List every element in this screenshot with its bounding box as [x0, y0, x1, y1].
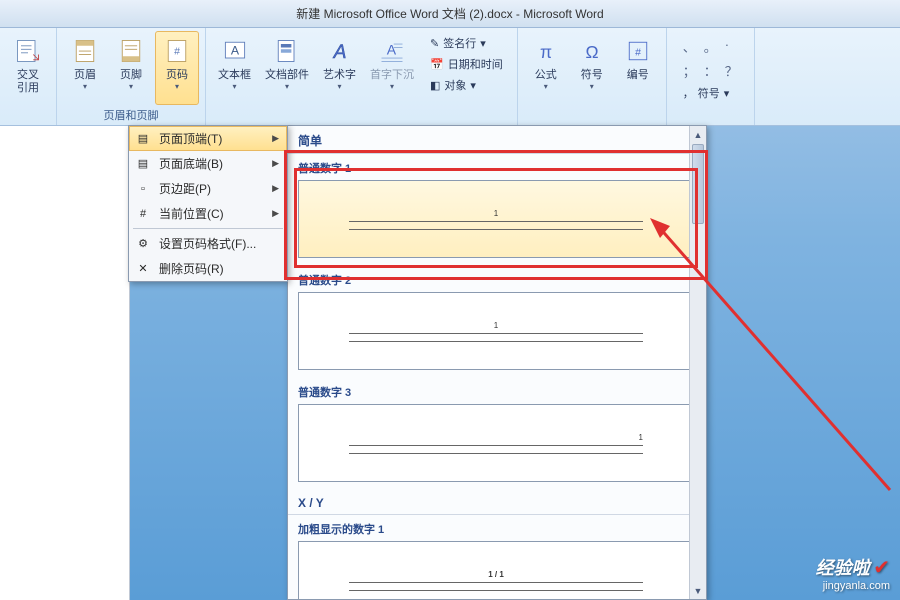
- submenu-arrow-icon: ▶: [272, 158, 279, 169]
- header-button[interactable]: 页眉 ▾: [63, 31, 107, 105]
- textbox-icon: A: [219, 35, 251, 67]
- drop-cap-button[interactable]: A 首字下沉 ▾: [364, 31, 420, 109]
- dropcap-icon: A: [376, 35, 408, 67]
- svg-text:Ω: Ω: [585, 42, 598, 62]
- submenu-arrow-icon: ▶: [272, 133, 279, 144]
- symbol-button[interactable]: Ω 符号 ▾: [570, 31, 614, 109]
- dropdown-arrow-icon: ▾: [83, 82, 87, 91]
- menu-separator: [133, 228, 283, 229]
- check-icon: ✔: [873, 557, 890, 579]
- crossref-icon: [12, 35, 44, 67]
- dropdown-arrow-icon: ▾: [337, 82, 341, 91]
- equation-button[interactable]: π 公式 ▾: [524, 31, 568, 109]
- watermark: 经验啦 ✔ jingyanla.com: [816, 554, 890, 592]
- object-icon: ◧: [430, 79, 440, 92]
- datetime-button[interactable]: 📅日期和时间: [424, 54, 509, 74]
- document-area: [0, 126, 130, 600]
- gallery-section-simple: 简单: [288, 126, 704, 154]
- number-icon: #: [622, 35, 654, 67]
- menu-page-margins[interactable]: ▫ 页边距(P) ▶: [129, 176, 287, 201]
- symbol-icon: Ω: [576, 35, 608, 67]
- wordart-icon: A: [324, 35, 356, 67]
- ribbon: 交叉 引用 页眉 ▾ 页脚 ▾ # 页码 ▾ 页眉和页脚: [0, 28, 900, 126]
- ribbon-group-special: 、。 · ； ： ？ ，符号 ▾: [667, 28, 755, 125]
- svg-text:π: π: [540, 42, 552, 62]
- svg-text:A: A: [230, 44, 239, 58]
- datetime-icon: 📅: [430, 58, 444, 71]
- page-number-gallery: 简单 普通数字 1 1 普通数字 2 1 普通数字 3 1 X / Y 加粗显示…: [287, 125, 707, 600]
- submenu-arrow-icon: ▶: [272, 208, 279, 219]
- dropdown-arrow-icon: ▾: [590, 82, 594, 91]
- special-char[interactable]: 。: [704, 37, 717, 56]
- current-pos-icon: #: [135, 206, 151, 222]
- object-button[interactable]: ◧对象 ▾: [424, 75, 509, 95]
- dropdown-arrow-icon: ▾: [285, 82, 289, 91]
- dropdown-arrow-icon: ▾: [175, 82, 179, 91]
- footer-button[interactable]: 页脚 ▾: [109, 31, 153, 105]
- footer-icon: [115, 35, 147, 67]
- format-icon: ⚙: [135, 236, 151, 252]
- scroll-up-icon[interactable]: ▲: [690, 126, 706, 143]
- gallery-item-1-label: 普通数字 1: [288, 154, 704, 178]
- dropdown-arrow-icon: ▾: [544, 82, 548, 91]
- dropdown-arrow-icon: ▾: [390, 82, 394, 91]
- dropdown-arrow-icon: ▾: [129, 82, 133, 91]
- gallery-item-4[interactable]: 1 / 1: [298, 541, 694, 599]
- submenu-arrow-icon: ▶: [272, 183, 279, 194]
- special-char[interactable]: ·: [725, 37, 729, 56]
- remove-icon: ✕: [135, 261, 151, 277]
- page-top-icon: ▤: [135, 131, 151, 147]
- gallery-item-2-label: 普通数字 2: [288, 266, 704, 290]
- equation-icon: π: [530, 35, 562, 67]
- svg-text:#: #: [635, 46, 641, 58]
- ribbon-group-text: A 文本框 ▾ 文档部件 ▾ A 艺术字 ▾ A 首字下沉 ▾ ✎签名行 ▾: [206, 28, 518, 125]
- menu-remove-page-numbers[interactable]: ✕ 删除页码(R): [129, 256, 287, 281]
- gallery-item-2[interactable]: 1: [298, 292, 694, 370]
- gallery-item-1[interactable]: 1: [298, 180, 694, 258]
- scrollbar-thumb[interactable]: [692, 144, 704, 224]
- window-titlebar: 新建 Microsoft Office Word 文档 (2).docx - M…: [0, 0, 900, 28]
- menu-page-bottom[interactable]: ▤ 页面底端(B) ▶: [129, 151, 287, 176]
- signature-icon: ✎: [430, 37, 439, 50]
- ribbon-group-symbols: π 公式 ▾ Ω 符号 ▾ # 编号: [518, 28, 667, 125]
- gallery-item-3-label: 普通数字 3: [288, 378, 704, 402]
- special-char[interactable]: ；: [683, 61, 696, 80]
- gallery-item-4-label: 加粗显示的数字 1: [288, 515, 704, 539]
- svg-text:A: A: [332, 42, 346, 63]
- page-number-button[interactable]: # 页码 ▾: [155, 31, 199, 105]
- header-icon: [69, 35, 101, 67]
- menu-format-page-numbers[interactable]: ⚙ 设置页码格式(F)...: [129, 231, 287, 256]
- gallery-section-xy: X / Y: [288, 490, 704, 515]
- group-label-headerfooter: 页眉和页脚: [104, 105, 159, 125]
- svg-text:#: #: [174, 46, 180, 58]
- menu-page-top[interactable]: ▤ 页面顶端(T) ▶: [129, 126, 287, 151]
- ribbon-group-crossref: 交叉 引用: [0, 28, 57, 125]
- menu-current-position[interactable]: # 当前位置(C) ▶: [129, 201, 287, 226]
- page-bottom-icon: ▤: [135, 156, 151, 172]
- gallery-scrollbar[interactable]: ▲ ▼: [689, 126, 706, 599]
- gallery-item-3[interactable]: 1: [298, 404, 694, 482]
- dropdown-arrow-icon: ▾: [232, 82, 236, 91]
- page-margins-icon: ▫: [135, 181, 151, 197]
- window-title: 新建 Microsoft Office Word 文档 (2).docx - M…: [296, 5, 603, 22]
- quickparts-icon: [271, 35, 303, 67]
- wordart-button[interactable]: A 艺术字 ▾: [317, 31, 362, 109]
- textbox-button[interactable]: A 文本框 ▾: [212, 31, 257, 109]
- ribbon-group-headerfooter: 页眉 ▾ 页脚 ▾ # 页码 ▾ 页眉和页脚: [57, 28, 206, 125]
- page-number-icon: #: [161, 35, 193, 67]
- quick-parts-button[interactable]: 文档部件 ▾: [259, 31, 315, 109]
- symbols-more[interactable]: ，符号 ▾: [677, 83, 744, 103]
- special-char[interactable]: ：: [704, 61, 717, 80]
- cross-reference-button[interactable]: 交叉 引用: [6, 31, 50, 109]
- page-number-dropdown: ▤ 页面顶端(T) ▶ ▤ 页面底端(B) ▶ ▫ 页边距(P) ▶ # 当前位…: [128, 125, 288, 282]
- signature-button[interactable]: ✎签名行 ▾: [424, 33, 509, 53]
- scroll-down-icon[interactable]: ▼: [690, 582, 706, 599]
- special-char[interactable]: 、: [683, 37, 696, 56]
- special-char[interactable]: ？: [725, 61, 738, 80]
- number-button[interactable]: # 编号: [616, 31, 660, 109]
